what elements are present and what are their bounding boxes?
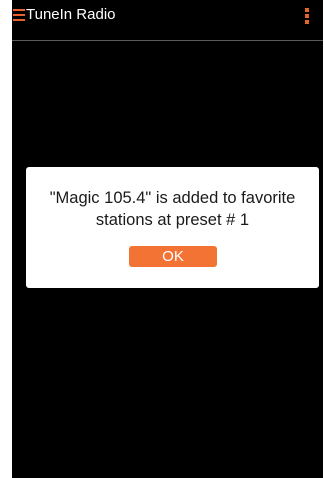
app-bar: TuneIn Radio (12, 0, 323, 41)
favorite-added-dialog: "Magic 105.4" is added to favorite stati… (26, 167, 319, 288)
app-screen: TuneIn Radio "Magic 105.4" is added to f… (12, 0, 323, 478)
app-title: TuneIn Radio (26, 6, 116, 23)
overflow-menu-icon[interactable] (305, 8, 309, 25)
ok-button[interactable]: OK (129, 246, 217, 267)
dialog-message: "Magic 105.4" is added to favorite stati… (49, 189, 296, 229)
hamburger-menu-icon[interactable] (13, 9, 25, 21)
